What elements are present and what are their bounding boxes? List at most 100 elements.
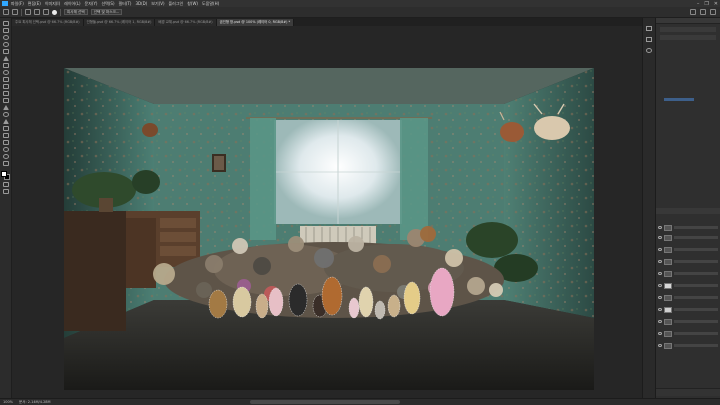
window-controls: – ❐ ✕	[697, 0, 718, 7]
menu-3d[interactable]: 3D(D)	[135, 0, 147, 7]
canvas-workspace[interactable]	[12, 26, 642, 398]
horizontal-scrollbar[interactable]	[250, 400, 400, 404]
layer-row[interactable]	[658, 330, 718, 337]
tools-panel	[0, 18, 12, 398]
layer-row[interactable]	[658, 306, 718, 313]
eye-icon[interactable]	[658, 320, 662, 323]
menu-type[interactable]: 문자(Y)	[85, 0, 98, 7]
shape-icon[interactable]	[2, 140, 9, 145]
brush-icon[interactable]	[2, 70, 9, 75]
right-panels	[656, 18, 720, 398]
menu-select[interactable]: 선택(S)	[101, 0, 114, 7]
foreground-color[interactable]	[1, 171, 7, 177]
layers-panel-header[interactable]	[656, 208, 720, 214]
quick-mask-icon[interactable]	[2, 182, 9, 187]
subtract-selection-icon[interactable]	[43, 9, 49, 15]
color-swatches[interactable]	[1, 171, 10, 180]
eyedropper-icon[interactable]	[2, 56, 9, 61]
tab-document-active[interactable]: 곰인형 방.psd @ 100% (레이어 0, RGB/8#) *	[216, 19, 295, 26]
layer-thumbnail	[664, 246, 672, 253]
healing-icon[interactable]	[2, 63, 9, 68]
share-icon[interactable]	[710, 9, 716, 15]
blur-icon[interactable]	[2, 105, 9, 110]
menu-view[interactable]: 보기(V)	[151, 0, 164, 7]
tab-document-2[interactable]: 인형들.psd @ 66.7% (레이어 1, RGB/8#)	[83, 19, 156, 26]
layer-row[interactable]	[658, 246, 718, 253]
pen-icon[interactable]	[2, 119, 9, 124]
new-selection-icon[interactable]	[25, 9, 31, 15]
menu-edit[interactable]: 편집(E)	[28, 0, 41, 7]
eye-icon[interactable]	[658, 284, 662, 287]
menu-layer[interactable]: 레이어(L)	[64, 0, 80, 7]
move-icon[interactable]	[2, 21, 9, 26]
eye-icon[interactable]	[658, 296, 662, 299]
panel-icon-strip	[642, 18, 656, 398]
options-right-group	[690, 9, 716, 15]
layer-row[interactable]	[658, 294, 718, 301]
adjustments-icon[interactable]	[646, 48, 652, 53]
eye-icon[interactable]	[658, 260, 662, 263]
minimize-button[interactable]: –	[697, 1, 700, 7]
menu-plugins[interactable]: 플러그인	[169, 0, 184, 7]
add-selection-icon[interactable]	[34, 9, 40, 15]
eye-icon[interactable]	[658, 272, 662, 275]
eye-icon[interactable]	[658, 248, 662, 251]
stamp-icon[interactable]	[2, 77, 9, 82]
eye-icon[interactable]	[658, 308, 662, 311]
eye-icon[interactable]	[658, 332, 662, 335]
select-subject-button[interactable]: 피사체 선택	[64, 9, 88, 15]
search-icon[interactable]	[690, 9, 696, 15]
tab-document-3[interactable]: 배경 교체.psd @ 66.7% (RGB/8#)	[155, 19, 217, 26]
more-tools-icon[interactable]	[2, 161, 9, 166]
layers-footer	[656, 388, 720, 396]
layer-row[interactable]	[658, 282, 718, 289]
layer-thumbnail	[664, 270, 672, 277]
crop-icon[interactable]	[2, 49, 9, 54]
screen-mode-icon[interactable]	[2, 189, 9, 194]
menu-window[interactable]: 창(W)	[187, 0, 198, 7]
layer-row[interactable]	[658, 224, 718, 231]
quick-select-icon[interactable]	[2, 42, 9, 47]
type-icon[interactable]	[2, 126, 9, 131]
menu-help[interactable]: 도움말(H)	[202, 0, 219, 7]
document-canvas[interactable]	[64, 68, 594, 390]
layer-row[interactable]	[658, 234, 718, 241]
maximize-button[interactable]: ❐	[704, 1, 708, 7]
path-select-icon[interactable]	[2, 133, 9, 138]
zoom-level[interactable]: 100%	[3, 400, 13, 404]
lasso-icon[interactable]	[2, 35, 9, 40]
eye-icon[interactable]	[658, 344, 662, 347]
tab-document-1[interactable]: 주요 피사체 선택.psd @ 66.7% (RGB/8#)	[12, 19, 84, 26]
brush-size-icon[interactable]	[52, 9, 57, 15]
history-brush-icon[interactable]	[2, 84, 9, 89]
properties-link[interactable]	[664, 98, 694, 101]
layer-row[interactable]	[658, 342, 718, 349]
close-button[interactable]: ✕	[714, 1, 718, 7]
hand-icon[interactable]	[2, 147, 9, 152]
marquee-icon[interactable]	[2, 28, 9, 33]
menu-image[interactable]: 이미지(I)	[45, 0, 60, 7]
properties-icon[interactable]	[646, 37, 652, 42]
layer-thumbnail	[664, 258, 672, 265]
menu-filter[interactable]: 필터(T)	[119, 0, 132, 7]
layer-row[interactable]	[658, 258, 718, 265]
eye-icon[interactable]	[658, 226, 662, 229]
document-info[interactable]: 문서: 2.14M/4.28M	[19, 400, 51, 405]
eraser-icon[interactable]	[2, 91, 9, 96]
layer-row[interactable]	[658, 270, 718, 277]
select-and-mask-button[interactable]: 선택 및 마스크...	[90, 9, 123, 15]
layer-row[interactable]	[658, 318, 718, 325]
workspace-icon[interactable]	[700, 9, 706, 15]
document-tabs: 주요 피사체 선택.psd @ 66.7% (RGB/8#) 인형들.psd @…	[12, 18, 642, 26]
dodge-icon[interactable]	[2, 112, 9, 117]
zoom-icon[interactable]	[2, 154, 9, 159]
gradient-icon[interactable]	[2, 98, 9, 103]
layer-thumbnail	[664, 318, 672, 325]
tool-preset-icon[interactable]	[12, 9, 18, 15]
history-icon[interactable]	[646, 26, 652, 31]
menu-file[interactable]: 파일(F)	[11, 0, 24, 7]
color-panel-header[interactable]	[656, 18, 720, 24]
eye-icon[interactable]	[658, 236, 662, 239]
photoshop-logo-icon	[2, 1, 8, 6]
home-icon[interactable]	[3, 9, 9, 15]
